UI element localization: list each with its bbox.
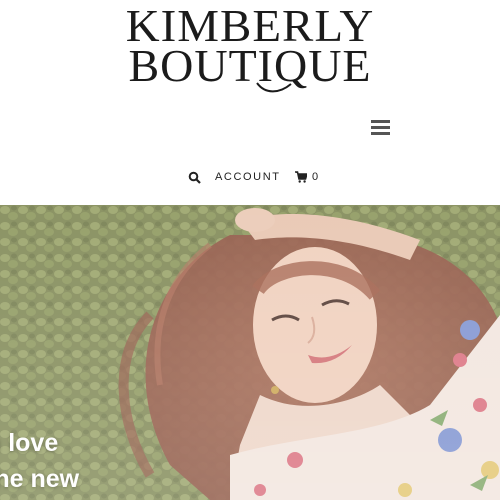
hero-banner[interactable]: n love the new (0, 205, 500, 500)
search-icon[interactable] (188, 171, 202, 185)
menu-bar (371, 132, 390, 135)
hero-headline-line1: n love (0, 429, 59, 457)
account-link[interactable]: ACCOUNT (215, 171, 281, 183)
hero-headline-line2: the new (0, 465, 80, 493)
hamburger-menu-icon[interactable] (369, 118, 393, 138)
cart-count[interactable]: 0 (312, 171, 318, 183)
brand-line1: KIMBERLY (125, 0, 375, 51)
brand-line2: BOUTIQUE (128, 40, 372, 91)
menu-bar (371, 126, 390, 129)
brand-logo[interactable]: KIMBERLY BOUTIQUE (0, 0, 500, 91)
menu-bar (371, 120, 390, 123)
utility-nav: ACCOUNT 0 (0, 170, 500, 188)
cart-icon[interactable] (295, 171, 307, 183)
hero-image (0, 205, 500, 500)
logo-swash-icon (256, 82, 292, 93)
